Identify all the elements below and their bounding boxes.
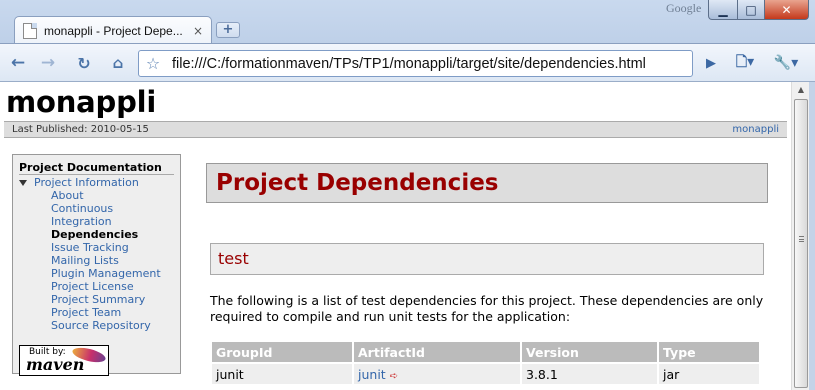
sidebar-item-integration[interactable]: Integration: [51, 215, 174, 228]
forward-button[interactable]: →: [36, 52, 60, 74]
cell-type: jar: [659, 364, 759, 384]
browser-chrome: monappli - Project Depe... × + Google ▁ …: [0, 0, 815, 82]
page-viewport: monappli Last Published: 2010-05-15 mona…: [0, 82, 791, 390]
cell-groupid: junit: [212, 364, 352, 384]
sidebar-group-project-information[interactable]: Project Information: [19, 176, 174, 189]
sidebar-item-mailing-lists[interactable]: Mailing Lists: [51, 254, 174, 267]
sidebar: Project Documentation Project Informatio…: [12, 154, 181, 376]
google-label: Google: [666, 1, 702, 15]
sidebar-item-about[interactable]: About: [51, 189, 174, 202]
sidebar-item-plugin-management[interactable]: Plugin Management: [51, 267, 174, 280]
sidebar-group-label: Project Information: [34, 176, 139, 189]
close-window-button[interactable]: ✕: [764, 0, 809, 20]
minimize-button[interactable]: ▁: [708, 0, 738, 20]
window-frame-edge: [809, 82, 815, 390]
url-text[interactable]: file:///C:/formationmaven/TPs/TP1/monapp…: [167, 56, 646, 72]
sidebar-item-dependencies: Dependencies: [51, 228, 139, 241]
dependencies-section-header: Project Dependencies: [206, 163, 768, 203]
sidebar-item-project-summary[interactable]: Project Summary: [51, 293, 174, 306]
sidebar-item-continuous[interactable]: Continuous: [51, 202, 174, 215]
external-link-icon: ➪: [389, 370, 399, 382]
vertical-scrollbar[interactable]: ▲: [791, 82, 809, 390]
artifact-link[interactable]: junit: [358, 367, 386, 382]
column-header-groupid: GroupId: [212, 342, 352, 362]
dependencies-table: GroupId ArtifactId Version Type junit ju…: [210, 340, 761, 386]
sidebar-item-issue-tracking[interactable]: Issue Tracking: [51, 241, 174, 254]
home-button[interactable]: ⌂: [106, 52, 130, 74]
project-banner: monappli: [6, 85, 157, 119]
tab-strip: monappli - Project Depe... × + Google ▁ …: [0, 0, 815, 44]
reload-button[interactable]: ↻: [72, 52, 96, 74]
scroll-thumb[interactable]: [794, 99, 808, 388]
sidebar-item-source-repository[interactable]: Source Repository: [51, 319, 174, 332]
scroll-up-icon[interactable]: ▲: [792, 82, 810, 98]
column-header-artifactid: ArtifactId: [354, 342, 520, 362]
maximize-button[interactable]: □: [737, 0, 765, 20]
tab-title: monappli - Project Depe...: [44, 23, 183, 38]
back-button[interactable]: ←: [6, 52, 30, 74]
sidebar-heading: Project Documentation: [19, 161, 174, 175]
breadcrumb-link[interactable]: monappli: [732, 122, 779, 137]
expanded-triangle-icon: [19, 180, 27, 186]
breadcrumb-bar: Last Published: 2010-05-15 monappli: [4, 121, 787, 138]
navigation-toolbar: ← → ↻ ⌂ ☆ file:///C:/formationmaven/TPs/…: [0, 43, 815, 82]
tab-active[interactable]: monappli - Project Depe... ×: [14, 16, 212, 44]
bookmark-star-icon[interactable]: ☆: [139, 54, 167, 73]
tools-menu-button[interactable]: 🔧▾: [768, 52, 804, 74]
section-title: test: [218, 249, 249, 268]
page-menu-button[interactable]: 🗋▾: [730, 52, 760, 74]
cell-artifactid: junit ➪: [354, 364, 520, 384]
grip-icon: [799, 236, 804, 242]
cell-version: 3.8.1: [522, 364, 657, 384]
maven-logo: maven: [26, 355, 85, 374]
table-header-row: GroupId ArtifactId Version Type: [212, 342, 759, 362]
built-by-maven-badge[interactable]: Built by: maven: [19, 345, 109, 376]
sidebar-item-project-license[interactable]: Project License: [51, 280, 174, 293]
page-title: Project Dependencies: [216, 170, 499, 196]
test-section-header: test: [210, 243, 764, 275]
page-icon: [23, 22, 37, 39]
column-header-version: Version: [522, 342, 657, 362]
column-header-type: Type: [659, 342, 759, 362]
sidebar-item-project-team[interactable]: Project Team: [51, 306, 174, 319]
close-tab-icon[interactable]: ×: [193, 24, 203, 38]
go-button[interactable]: ▶: [699, 52, 723, 74]
new-tab-button[interactable]: +: [216, 22, 240, 38]
sidebar-list: About Continuous Integration Dependencie…: [51, 189, 174, 332]
address-bar[interactable]: ☆ file:///C:/formationmaven/TPs/TP1/mona…: [138, 50, 693, 77]
description-text: The following is a list of test dependen…: [210, 293, 764, 324]
table-row: junit junit ➪ 3.8.1 jar: [212, 364, 759, 384]
published-date: Last Published: 2010-05-15: [12, 124, 149, 135]
